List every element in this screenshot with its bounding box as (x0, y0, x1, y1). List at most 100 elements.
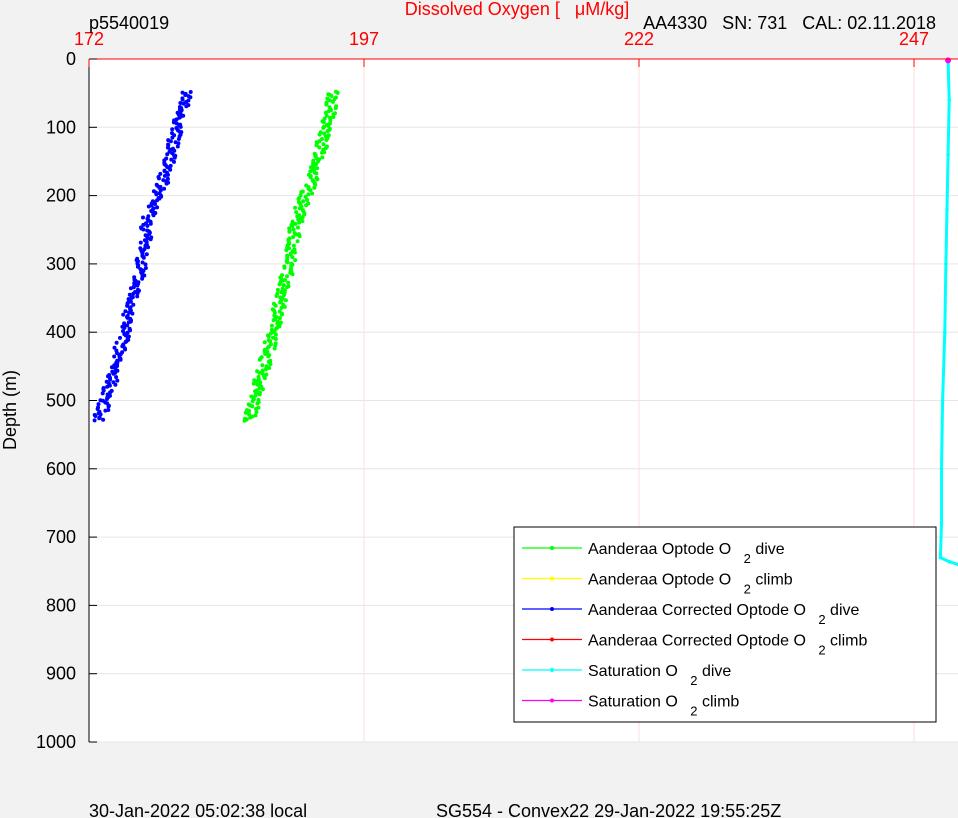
data-point (260, 363, 265, 368)
data-point (291, 243, 296, 248)
data-point (297, 234, 302, 239)
data-point (146, 245, 151, 250)
data-point (273, 337, 278, 341)
data-point (153, 202, 157, 206)
data-point (101, 417, 106, 422)
data-point (272, 346, 277, 351)
data-point (947, 559, 951, 564)
data-point (93, 414, 98, 418)
legend: Aanderaa Optode O 2 diveAanderaa Optode … (513, 526, 937, 723)
y-tick-label: 900 (46, 664, 76, 684)
top-axis-label: Dissolved Oxygen [ μM/kg] (405, 0, 629, 19)
data-point (143, 262, 148, 267)
data-point (114, 375, 119, 380)
data-point (939, 467, 944, 471)
data-point (145, 223, 150, 228)
data-point (945, 207, 949, 212)
header-right: AA4330 SN: 731 CAL: 02.11.2018 (643, 13, 936, 33)
data-point (100, 391, 105, 396)
data-point (180, 97, 185, 102)
legend-marker-5 (550, 698, 554, 703)
data-point (105, 397, 109, 401)
data-point (250, 399, 255, 404)
data-point (105, 384, 110, 389)
data-point (273, 303, 278, 308)
data-point (324, 138, 329, 142)
data-point (170, 127, 175, 132)
data-point (263, 351, 268, 356)
data-point (285, 285, 290, 290)
data-point (123, 309, 128, 314)
data-point (324, 102, 329, 107)
data-point (109, 365, 114, 370)
data-point (178, 124, 183, 129)
data-point (290, 255, 295, 260)
y-tick-label: 700 (46, 527, 76, 547)
data-point (317, 145, 322, 150)
data-point (257, 357, 262, 362)
data-point (131, 291, 136, 296)
data-point (286, 280, 291, 285)
data-point (317, 132, 322, 137)
data-point (938, 555, 943, 560)
data-point (266, 354, 271, 359)
data-point (103, 408, 108, 413)
data-point (275, 287, 280, 292)
y-tick-label: 400 (46, 322, 76, 342)
data-point (170, 135, 175, 140)
data-point (176, 137, 181, 141)
data-point (290, 223, 295, 228)
data-point (141, 227, 146, 232)
y-tick-label: 500 (46, 391, 76, 411)
data-point (329, 94, 334, 98)
data-point (947, 98, 951, 102)
y-tick-label: 100 (46, 117, 76, 137)
data-point (138, 240, 143, 245)
data-point (296, 225, 300, 230)
data-point (312, 185, 317, 190)
data-point (321, 120, 326, 125)
data-point (285, 260, 290, 265)
data-point (260, 387, 265, 392)
data-point (331, 115, 336, 119)
data-point (148, 221, 153, 226)
data-point (268, 362, 273, 367)
data-point (279, 305, 284, 310)
data-point (154, 192, 159, 197)
data-point (271, 318, 276, 323)
data-point (282, 265, 287, 270)
y-axis-label: Depth (m) (0, 370, 20, 450)
data-point (111, 371, 116, 376)
data-point (304, 203, 309, 208)
data-point (296, 197, 301, 201)
data-point (164, 181, 169, 186)
y-tick-label: 1000 (36, 732, 76, 752)
data-point (162, 173, 167, 178)
data-point (945, 57, 952, 64)
data-point (141, 255, 146, 260)
data-point (113, 382, 118, 387)
data-point (155, 205, 160, 210)
y-tick-label: 200 (46, 186, 76, 206)
data-point (106, 404, 111, 409)
data-point (144, 252, 149, 257)
data-point (274, 294, 279, 298)
data-point (254, 410, 259, 414)
data-point (255, 401, 260, 406)
data-point (281, 283, 286, 288)
data-point (273, 332, 278, 337)
footer-left: 30-Jan-2022 05:02:38 local (89, 801, 307, 818)
data-point (247, 412, 251, 417)
data-point (294, 210, 299, 215)
data-point (257, 392, 262, 397)
data-point (250, 404, 255, 409)
data-point (939, 521, 944, 526)
data-point (157, 176, 161, 181)
data-point (297, 220, 302, 225)
data-point (123, 347, 128, 352)
data-point (114, 340, 119, 345)
data-point (315, 177, 320, 182)
data-point (293, 205, 298, 210)
data-point (148, 237, 153, 242)
data-point (940, 398, 945, 403)
